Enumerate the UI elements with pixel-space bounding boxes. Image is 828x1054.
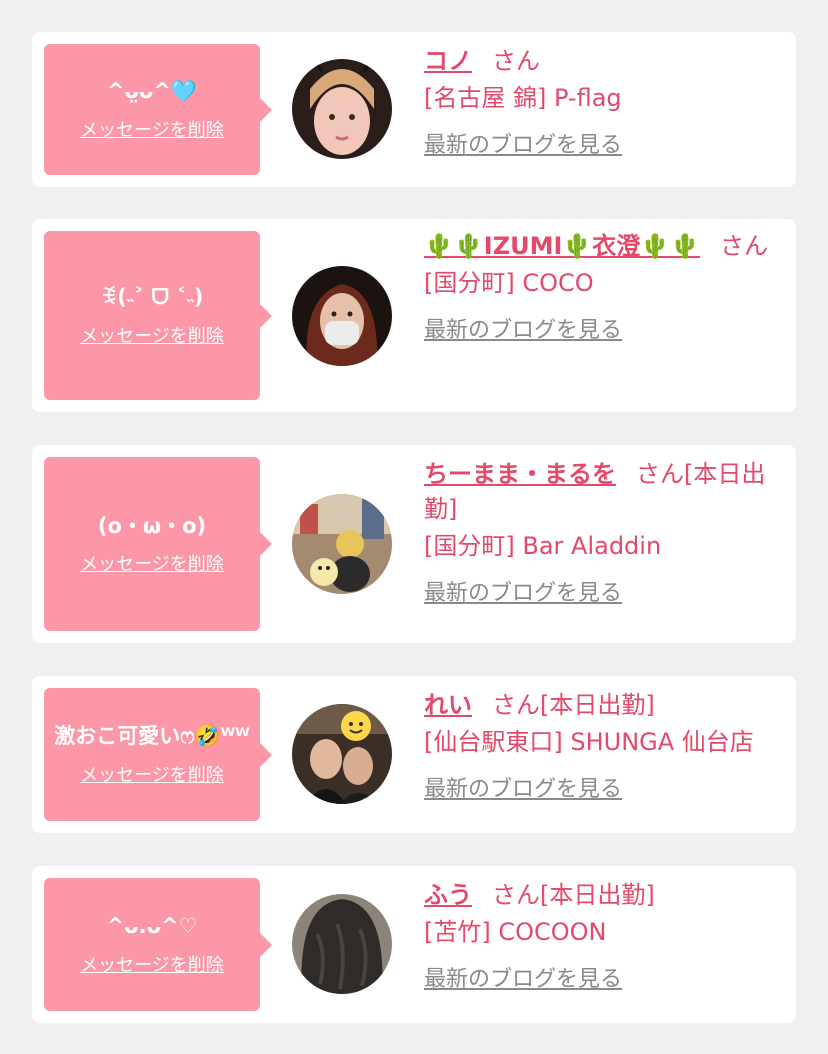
cast-info: 🌵🌵IZUMI🌵衣澄🌵🌵 さん [国分町] COCO 最新のブログを見る [424,229,780,344]
message-card: ^ᴗ̤ᴗ^🩵 メッセージを削除 コノ さん [名古屋 錦] P-flag 最新のブ… [32,32,796,187]
shop-label: [国分町] Bar Aladdin [424,531,662,560]
cast-name-link[interactable]: ふう [424,881,472,909]
san-label: さん [492,691,540,719]
avatar[interactable] [292,266,392,366]
shop-label: [名古屋 錦] P-flag [424,83,622,112]
shop-label: [国分町] COCO [424,268,594,297]
cast-name-link[interactable]: ちーまま・まるを [424,460,616,488]
message-bubble: (o・ω・o) メッセージを削除 [44,457,272,631]
cast-name-link[interactable]: れい [424,691,472,719]
latest-blog-link[interactable]: 最新のブログを見る [424,312,622,344]
latest-blog-link[interactable]: 最新のブログを見る [424,575,622,607]
avatar[interactable] [292,894,392,994]
message-text: 激おこ可愛いෆ🤣ᵂᵂ [54,724,250,749]
shop-label: [仙台駅東口] SHUNGA 仙台店 [424,727,754,756]
delete-message-link[interactable]: メッセージを削除 [80,322,224,348]
cast-info: ふう さん[本日出勤] [苫竹] COCOON 最新のブログを見る [424,878,780,993]
status-label: [本日出勤] [540,881,655,909]
cast-name-link[interactable]: コノ [424,47,472,75]
cast-name-link[interactable]: 🌵🌵IZUMI🌵衣澄🌵🌵 [424,232,700,260]
message-card: ^ᴗ.ᴗ^♡ メッセージを削除 ふう さん[本日出勤] [苫竹] COCOON 最… [32,866,796,1023]
cast-info: れい さん[本日出勤] [仙台駅東口] SHUNGA 仙台店 最新のブログを見る [424,688,780,803]
cast-info: ちーまま・まるを さん[本日出勤] [国分町] Bar Aladdin 最新のブロ… [424,457,780,607]
delete-message-link[interactable]: メッセージを削除 [80,951,224,977]
message-card: (o・ω・o) メッセージを削除 ちーまま・まるを さん[本日出勤] [国分町] … [32,445,796,643]
message-text: (o・ω・o) [97,513,207,538]
cast-info: コノ さん [名古屋 錦] P-flag 最新のブログを見る [424,44,780,159]
message-bubble: ^ᴗ̤ᴗ^🩵 メッセージを削除 [44,44,272,175]
message-text: ^ᴗ.ᴗ^♡ [106,914,198,939]
delete-message-link[interactable]: メッセージを削除 [80,550,224,576]
avatar[interactable] [292,494,392,594]
delete-message-link[interactable]: メッセージを削除 [80,116,224,142]
message-text: ꉂ(˵˃ ᗜ ˂˵) [100,285,204,310]
message-bubble: ꉂ(˵˃ ᗜ ˂˵) メッセージを削除 [44,231,272,400]
latest-blog-link[interactable]: 最新のブログを見る [424,127,622,159]
latest-blog-link[interactable]: 最新のブログを見る [424,771,622,803]
san-label: さん [492,881,540,909]
san-label: さん [636,460,684,488]
avatar[interactable] [292,704,392,804]
message-bubble: ^ᴗ.ᴗ^♡ メッセージを削除 [44,878,272,1011]
shop-label: [苫竹] COCOON [424,917,607,946]
message-text: ^ᴗ̤ᴗ^🩵 [106,79,198,104]
latest-blog-link[interactable]: 最新のブログを見る [424,961,622,993]
san-label: さん [720,232,769,260]
message-card: 激おこ可愛いෆ🤣ᵂᵂ メッセージを削除 れい さん[本日出勤] [仙台駅東口] S… [32,676,796,833]
avatar[interactable] [292,59,392,159]
message-card: ꉂ(˵˃ ᗜ ˂˵) メッセージを削除 🌵🌵IZUMI🌵衣澄🌵🌵 さん [国分町]… [32,219,796,412]
delete-message-link[interactable]: メッセージを削除 [80,761,224,787]
status-label: [本日出勤] [540,691,655,719]
message-bubble: 激おこ可愛いෆ🤣ᵂᵂ メッセージを削除 [44,688,272,821]
san-label: さん [492,47,540,75]
